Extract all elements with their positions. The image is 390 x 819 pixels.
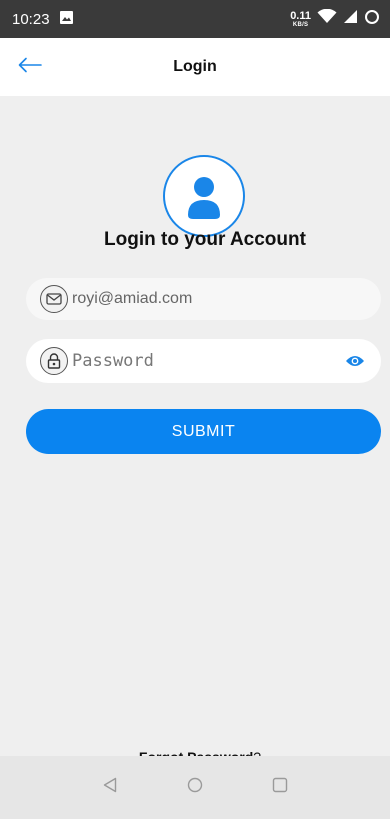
wifi-icon xyxy=(317,8,337,29)
battery-icon xyxy=(364,9,380,30)
status-right: 0.11 KB/S xyxy=(290,8,380,30)
recents-square-icon xyxy=(272,777,288,798)
signal-icon xyxy=(343,9,358,29)
arrow-left-icon xyxy=(18,57,42,78)
lock-icon xyxy=(40,347,68,375)
network-speed-value: 0.11 xyxy=(290,9,311,22)
back-button[interactable] xyxy=(18,52,52,82)
status-left: 10:23 xyxy=(12,10,73,28)
home-circle-icon xyxy=(187,777,203,798)
network-speed: 0.11 KB/S xyxy=(290,9,311,28)
nav-home-button[interactable] xyxy=(180,773,210,803)
user-avatar-icon xyxy=(163,155,245,237)
back-triangle-icon xyxy=(103,777,117,798)
nav-back-button[interactable] xyxy=(95,773,125,803)
status-bar: 10:23 0.11 KB/S xyxy=(0,0,390,38)
app-header: Login xyxy=(0,38,390,96)
email-input[interactable] xyxy=(72,290,367,308)
login-heading: Login to your Account xyxy=(104,229,306,250)
envelope-icon xyxy=(40,285,68,313)
page-title: Login xyxy=(173,58,217,75)
email-field[interactable] xyxy=(26,278,381,320)
network-speed-unit: KB/S xyxy=(292,21,309,28)
system-nav-bar xyxy=(0,756,390,819)
login-content: Login to your Account SUBMIT xyxy=(0,96,390,765)
show-password-eye-icon[interactable] xyxy=(343,351,367,371)
password-input[interactable] xyxy=(72,351,343,371)
status-time: 10:23 xyxy=(12,10,50,28)
password-field[interactable] xyxy=(26,339,381,383)
nav-recents-button[interactable] xyxy=(265,773,295,803)
submit-button[interactable]: SUBMIT xyxy=(26,409,381,454)
gallery-notification-icon xyxy=(59,10,73,28)
